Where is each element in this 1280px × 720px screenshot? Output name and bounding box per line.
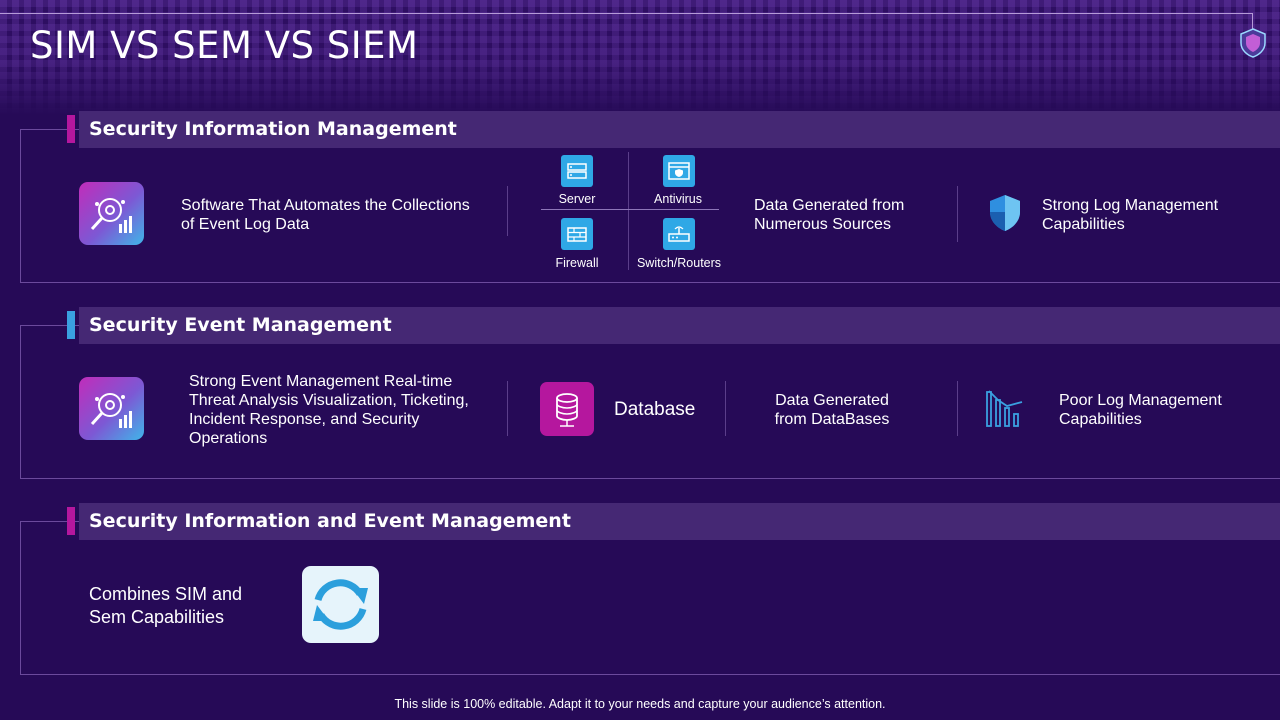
section-siem-marker (67, 507, 75, 535)
divider (957, 186, 958, 242)
refresh-icon (302, 566, 379, 643)
source-label-switch-routers: Switch/Routers (636, 256, 722, 270)
source-label-server: Server (558, 192, 596, 206)
section-siem-heading: Security Information and Event Managemen… (89, 510, 571, 532)
page-title: SIM VS SEM VS SIEM (30, 24, 419, 67)
database-label: Database (614, 399, 696, 420)
grid-divider-horizontal (541, 209, 719, 210)
section-sim-marker (67, 115, 75, 143)
top-divider (0, 13, 1253, 14)
section-siem-connector (20, 521, 67, 522)
declining-chart-icon (986, 390, 1023, 427)
section-sim-data-text: Data Generated from Numerous Sources (754, 197, 905, 233)
section-sem-heading: Security Event Management (89, 314, 392, 336)
divider (507, 381, 508, 436)
divider (957, 381, 958, 436)
server-icon (561, 155, 593, 187)
section-sem-connector (20, 325, 67, 326)
shield-logo-icon (1240, 28, 1266, 58)
analytics-icon (79, 182, 144, 245)
section-sem-data-text: Data Generated from DataBases (774, 392, 890, 428)
analytics-icon (79, 377, 144, 440)
section-sim-heading: Security Information Management (89, 118, 457, 140)
router-icon (663, 218, 695, 250)
footer-note: This slide is 100% editable. Adapt it to… (394, 697, 886, 711)
database-icon (540, 382, 594, 436)
section-sim-capability: Strong Log Management Capabilities (1042, 197, 1219, 233)
grid-divider-vertical (628, 152, 629, 270)
source-label-firewall: Firewall (555, 256, 599, 270)
firewall-icon (561, 218, 593, 250)
section-sem-capability: Poor Log Management Capabilities (1059, 392, 1222, 428)
shield-icon (990, 195, 1020, 231)
divider (507, 186, 508, 236)
source-label-antivirus: Antivirus (654, 192, 702, 206)
section-sim-connector (20, 129, 67, 130)
section-sem-marker (67, 311, 75, 339)
antivirus-icon (663, 155, 695, 187)
section-siem-description: Combines SIM and Sem Capabilities (89, 584, 243, 627)
divider (725, 381, 726, 436)
section-sem-description: Strong Event Management Real-time Threat… (189, 373, 469, 447)
section-sim-description: Software That Automates the Collections … (181, 197, 470, 233)
